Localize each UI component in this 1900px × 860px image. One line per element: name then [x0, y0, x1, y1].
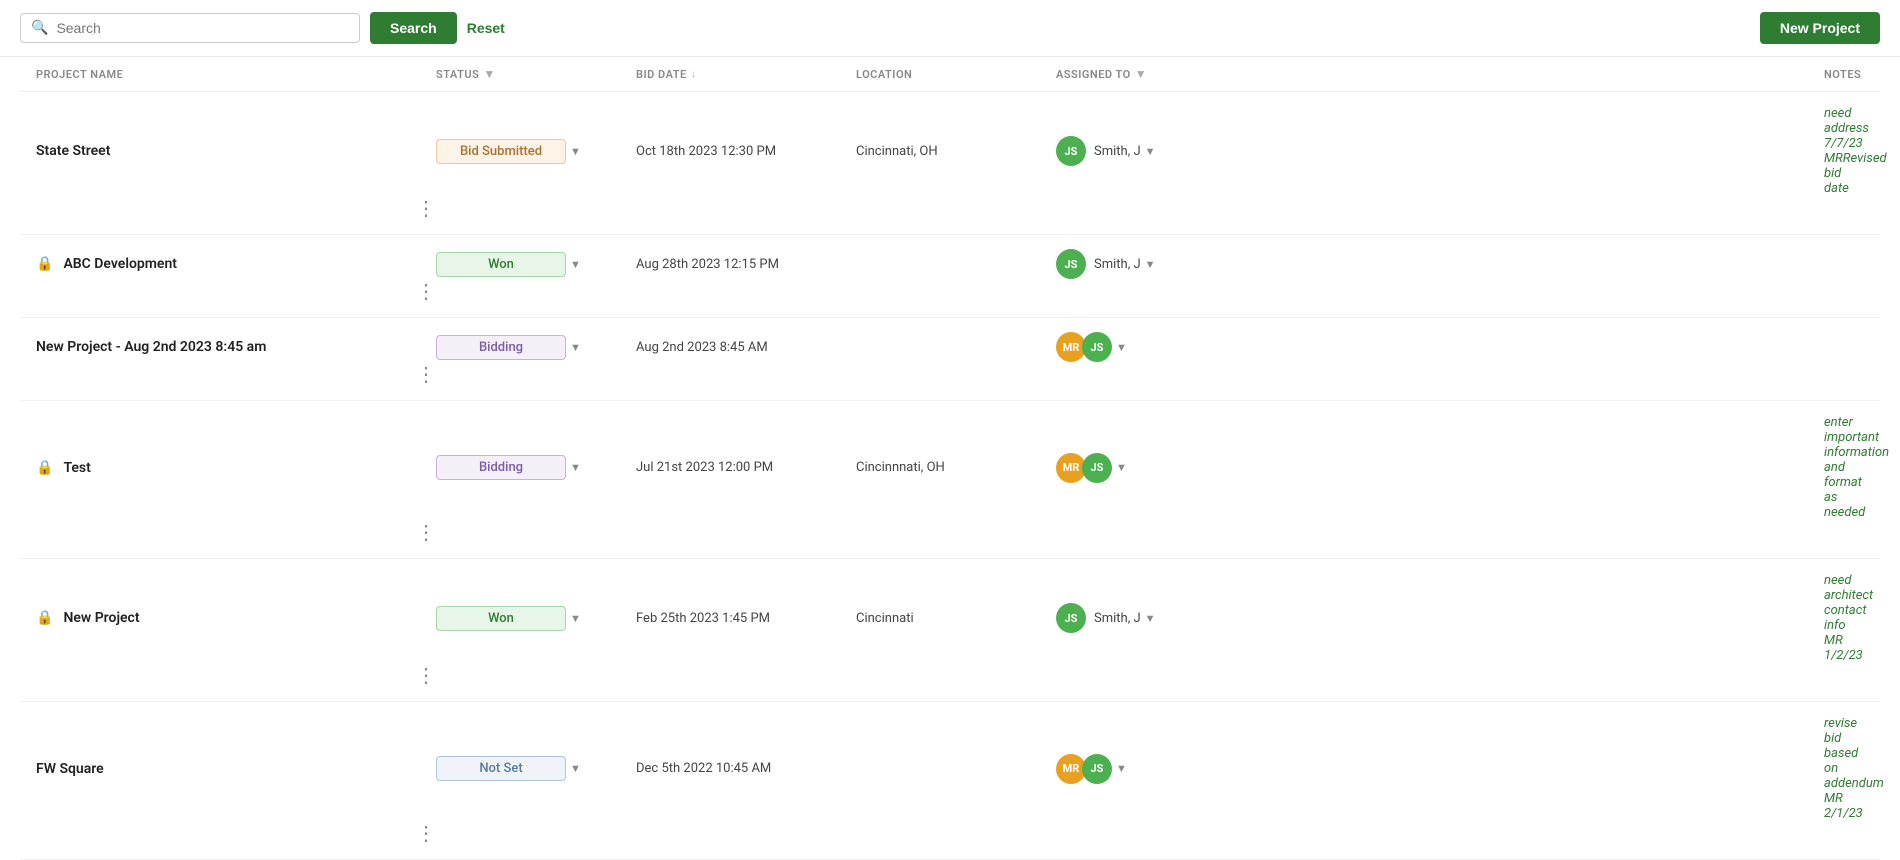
- status-badge[interactable]: Bidding: [436, 455, 566, 480]
- status-dropdown-chevron[interactable]: ▼: [570, 762, 581, 775]
- project-name: Test: [63, 460, 90, 476]
- assigned-dropdown-chevron[interactable]: ▼: [1145, 145, 1156, 158]
- notes-cell: enter important information and format a…: [1824, 415, 1864, 520]
- status-cell: Bid Submitted ▼: [436, 139, 636, 164]
- project-name-cell: State Street: [36, 143, 436, 159]
- assigned-cell: JS Smith, J ▼: [1056, 249, 1824, 279]
- project-name: ABC Development: [63, 256, 177, 272]
- project-name: State Street: [36, 143, 110, 159]
- status-cell: Won ▼: [436, 252, 636, 277]
- table-row: FW SquareNot Set▼Dec 5th 2022 10:45 AMMR…: [20, 702, 1880, 860]
- table-body: State Street Bid Submitted ▼ Oct 18th 2023 …: [20, 92, 1880, 860]
- more-options-button[interactable]: ⋮: [36, 362, 436, 386]
- projects-table: PROJECT NAME STATUS ▼ BID DATE ↓ LOCATIO…: [0, 57, 1900, 860]
- assigned-dropdown-chevron[interactable]: ▼: [1116, 762, 1127, 775]
- assigned-dropdown-chevron[interactable]: ▼: [1116, 461, 1127, 474]
- search-input-wrapper: 🔍: [20, 13, 360, 43]
- project-name-cell: 🔒 New Project: [36, 610, 436, 626]
- bid-date-cell: Feb 25th 2023 1:45 PM: [636, 611, 856, 626]
- search-icon: 🔍: [31, 20, 48, 36]
- assigned-cell: MRJS▼: [1056, 754, 1824, 784]
- new-project-button[interactable]: New Project: [1760, 12, 1880, 44]
- reset-button[interactable]: Reset: [467, 20, 505, 36]
- status-dropdown-chevron[interactable]: ▼: [570, 258, 581, 271]
- more-options-button[interactable]: ⋮: [36, 196, 436, 220]
- col-header-project-name: PROJECT NAME: [36, 68, 436, 81]
- search-input[interactable]: [56, 20, 349, 36]
- status-badge[interactable]: Won: [436, 606, 566, 631]
- avatar: JS: [1082, 453, 1112, 483]
- notes-cell: need address 7/7/23 MRRevised bid date: [1824, 106, 1864, 196]
- assigned-dropdown-chevron[interactable]: ▼: [1145, 258, 1156, 271]
- assigned-cell: MRJS▼: [1056, 453, 1824, 483]
- project-name-cell: New Project - Aug 2nd 2023 8:45 am: [36, 339, 436, 355]
- col-header-location: LOCATION: [856, 68, 1056, 81]
- assigned-cell: MRJS▼: [1056, 332, 1824, 362]
- more-options-button[interactable]: ⋮: [36, 279, 436, 303]
- table-row: New Project - Aug 2nd 2023 8:45 am Biddin…: [20, 318, 1880, 401]
- bid-date-cell: Aug 28th 2023 12:15 PM: [636, 257, 856, 272]
- status-badge[interactable]: Bidding: [436, 335, 566, 360]
- table-header: PROJECT NAME STATUS ▼ BID DATE ↓ LOCATIO…: [20, 57, 1880, 92]
- table-row: 🔒 ABC Development Won ▼ Aug 28th 2023 12:15 …: [20, 235, 1880, 318]
- status-dropdown-chevron[interactable]: ▼: [570, 341, 581, 354]
- avatar: JS: [1056, 603, 1086, 633]
- bid-date-cell: Jul 21st 2023 12:00 PM: [636, 460, 856, 475]
- col-header-status[interactable]: STATUS ▼: [436, 67, 636, 81]
- more-options-button[interactable]: ⋮: [36, 821, 436, 845]
- more-options-button[interactable]: ⋮: [36, 520, 436, 544]
- avatar: JS: [1056, 136, 1086, 166]
- table-row: 🔒 Test Bidding ▼ Jul 21st 2023 12:00 PMCinci…: [20, 401, 1880, 559]
- assigned-cell: JS Smith, J ▼: [1056, 603, 1824, 633]
- assigned-cell: JS Smith, J ▼: [1056, 136, 1824, 166]
- top-bar: 🔍 Search Reset New Project: [0, 0, 1900, 57]
- status-dropdown-chevron[interactable]: ▼: [570, 145, 581, 158]
- lock-icon: 🔒: [36, 610, 53, 626]
- project-name-cell: 🔒 Test: [36, 460, 436, 476]
- table-row: 🔒 New Project Won ▼ Feb 25th 2023 1:45 PMCin…: [20, 559, 1880, 702]
- status-cell: Not Set ▼: [436, 756, 636, 781]
- project-name: FW Square: [36, 761, 104, 777]
- status-cell: Won ▼: [436, 606, 636, 631]
- project-name: New Project: [63, 610, 139, 626]
- status-cell: Bidding ▼: [436, 335, 636, 360]
- status-badge[interactable]: Not Set: [436, 756, 566, 781]
- location-cell: Cincinnati: [856, 611, 1056, 626]
- assigned-name: Smith, J: [1094, 257, 1141, 272]
- avatar: JS: [1082, 754, 1112, 784]
- assigned-dropdown-chevron[interactable]: ▼: [1145, 612, 1156, 625]
- bid-date-sort-icon[interactable]: ↓: [691, 69, 697, 80]
- col-header-bid-date[interactable]: BID DATE ↓: [636, 68, 856, 81]
- notes-cell: revise bid based on addendum MR 2/1/23: [1824, 716, 1864, 821]
- col-header-notes: NOTES: [1824, 68, 1864, 81]
- location-cell: Cincinnati, OH: [856, 144, 1056, 159]
- notes-cell: need architect contact info MR 1/2/23: [1824, 573, 1864, 663]
- status-cell: Bidding ▼: [436, 455, 636, 480]
- assigned-name: Smith, J: [1094, 144, 1141, 159]
- assigned-filter-icon[interactable]: ▼: [1135, 67, 1147, 81]
- status-filter-icon[interactable]: ▼: [483, 67, 495, 81]
- bid-date-cell: Dec 5th 2022 10:45 AM: [636, 761, 856, 776]
- bid-date-cell: Aug 2nd 2023 8:45 AM: [636, 340, 856, 355]
- col-header-assigned-to[interactable]: ASSIGNED TO ▼: [1056, 67, 1824, 81]
- assigned-dropdown-chevron[interactable]: ▼: [1116, 341, 1127, 354]
- status-badge[interactable]: Bid Submitted: [436, 139, 566, 164]
- assigned-name: Smith, J: [1094, 611, 1141, 626]
- lock-icon: 🔒: [36, 256, 53, 272]
- status-dropdown-chevron[interactable]: ▼: [570, 612, 581, 625]
- search-button[interactable]: Search: [370, 12, 457, 44]
- avatar: JS: [1056, 249, 1086, 279]
- status-badge[interactable]: Won: [436, 252, 566, 277]
- table-row: State Street Bid Submitted ▼ Oct 18th 2023 …: [20, 92, 1880, 235]
- lock-icon: 🔒: [36, 460, 53, 476]
- status-dropdown-chevron[interactable]: ▼: [570, 461, 581, 474]
- project-name-cell: 🔒 ABC Development: [36, 256, 436, 272]
- bid-date-cell: Oct 18th 2023 12:30 PM: [636, 144, 856, 159]
- project-name: New Project - Aug 2nd 2023 8:45 am: [36, 339, 266, 355]
- project-name-cell: FW Square: [36, 761, 436, 777]
- more-options-button[interactable]: ⋮: [36, 663, 436, 687]
- avatar: JS: [1082, 332, 1112, 362]
- location-cell: Cincinnnati, OH: [856, 460, 1056, 475]
